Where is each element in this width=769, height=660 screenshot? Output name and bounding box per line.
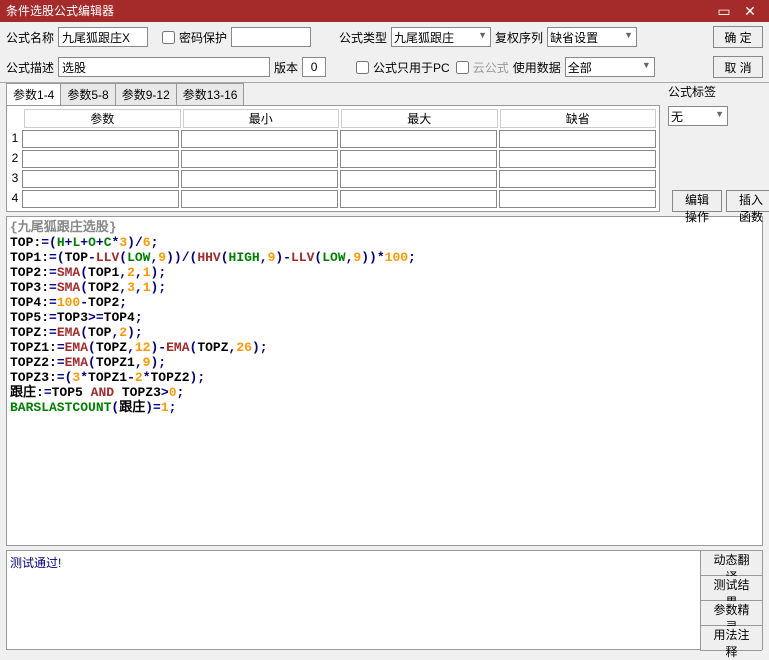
param-4-min[interactable] bbox=[181, 190, 338, 208]
name-label: 公式名称 bbox=[6, 29, 54, 46]
cancel-button[interactable]: 取 消 bbox=[713, 56, 763, 78]
pconly-checkbox[interactable] bbox=[356, 61, 369, 74]
param-4-name[interactable] bbox=[22, 190, 179, 208]
cloud-checkbox[interactable] bbox=[456, 61, 469, 74]
ver-label: 版本 bbox=[274, 59, 298, 76]
tag-select[interactable] bbox=[668, 106, 728, 126]
param-4-max[interactable] bbox=[340, 190, 497, 208]
type-select[interactable] bbox=[391, 27, 491, 47]
param-1-def[interactable] bbox=[499, 130, 656, 148]
type-label: 公式类型 bbox=[339, 29, 387, 46]
param-2-def[interactable] bbox=[499, 150, 656, 168]
param-hdr-def: 缺省 bbox=[500, 109, 657, 128]
param-3-max[interactable] bbox=[340, 170, 497, 188]
param-1-max[interactable] bbox=[340, 130, 497, 148]
ok-button[interactable]: 确 定 bbox=[713, 26, 763, 48]
usedata-select[interactable] bbox=[565, 57, 655, 77]
editop-button[interactable]: 编辑操作 bbox=[672, 190, 722, 212]
pconly-label: 公式只用于PC bbox=[373, 59, 450, 76]
paramwiz-button[interactable]: 参数精灵 bbox=[700, 601, 762, 626]
dyntra-button[interactable]: 动态翻译 bbox=[700, 551, 762, 576]
fq-label: 复权序列 bbox=[495, 29, 543, 46]
name-input[interactable] bbox=[58, 27, 148, 47]
pwd-input[interactable] bbox=[231, 27, 311, 47]
testres-button[interactable]: 测试结果 bbox=[700, 576, 762, 601]
param-3-name[interactable] bbox=[22, 170, 179, 188]
param-1-name[interactable] bbox=[22, 130, 179, 148]
cloud-label: 云公式 bbox=[473, 59, 509, 76]
tab-params-4[interactable]: 参数13-16 bbox=[176, 83, 245, 105]
usage-button[interactable]: 用法注释 bbox=[700, 626, 762, 651]
tab-params-1[interactable]: 参数1-4 bbox=[6, 83, 61, 105]
pwd-label: 密码保护 bbox=[179, 29, 227, 46]
code-editor[interactable]: {九尾狐跟庄选股} TOP:=(H+L+O+C*3)/6; TOP1:=(TOP… bbox=[6, 216, 763, 546]
insfn-button[interactable]: 插入函数 bbox=[726, 190, 769, 212]
desc-label: 公式描述 bbox=[6, 59, 54, 76]
tab-params-3[interactable]: 参数9-12 bbox=[115, 83, 177, 105]
usedata-label: 使用数据 bbox=[513, 59, 561, 76]
close-icon[interactable]: ✕ bbox=[737, 0, 763, 22]
param-hdr-min: 最小 bbox=[183, 109, 340, 128]
minimize-icon[interactable]: ▭ bbox=[711, 0, 737, 22]
param-2-max[interactable] bbox=[340, 150, 497, 168]
tab-params-2[interactable]: 参数5-8 bbox=[60, 83, 115, 105]
param-2-min[interactable] bbox=[181, 150, 338, 168]
ver-input[interactable] bbox=[302, 57, 326, 77]
param-4-def[interactable] bbox=[499, 190, 656, 208]
param-3-min[interactable] bbox=[181, 170, 338, 188]
titlebar: 条件选股公式编辑器 ▭ ✕ bbox=[0, 0, 769, 22]
params-panel: 参数1-4 参数5-8 参数9-12 参数13-16 参数 最小 最大 缺省 1… bbox=[6, 83, 660, 212]
param-2-name[interactable] bbox=[22, 150, 179, 168]
tag-label: 公式标签 bbox=[668, 83, 716, 100]
test-message: 测试通过! bbox=[7, 551, 700, 649]
param-3-def[interactable] bbox=[499, 170, 656, 188]
param-1-min[interactable] bbox=[181, 130, 338, 148]
param-hdr-max: 最大 bbox=[341, 109, 498, 128]
window-title: 条件选股公式编辑器 bbox=[6, 0, 711, 22]
param-hdr-name: 参数 bbox=[24, 109, 181, 128]
fq-select[interactable] bbox=[547, 27, 637, 47]
pwd-checkbox[interactable] bbox=[162, 31, 175, 44]
desc-input[interactable] bbox=[58, 57, 270, 77]
